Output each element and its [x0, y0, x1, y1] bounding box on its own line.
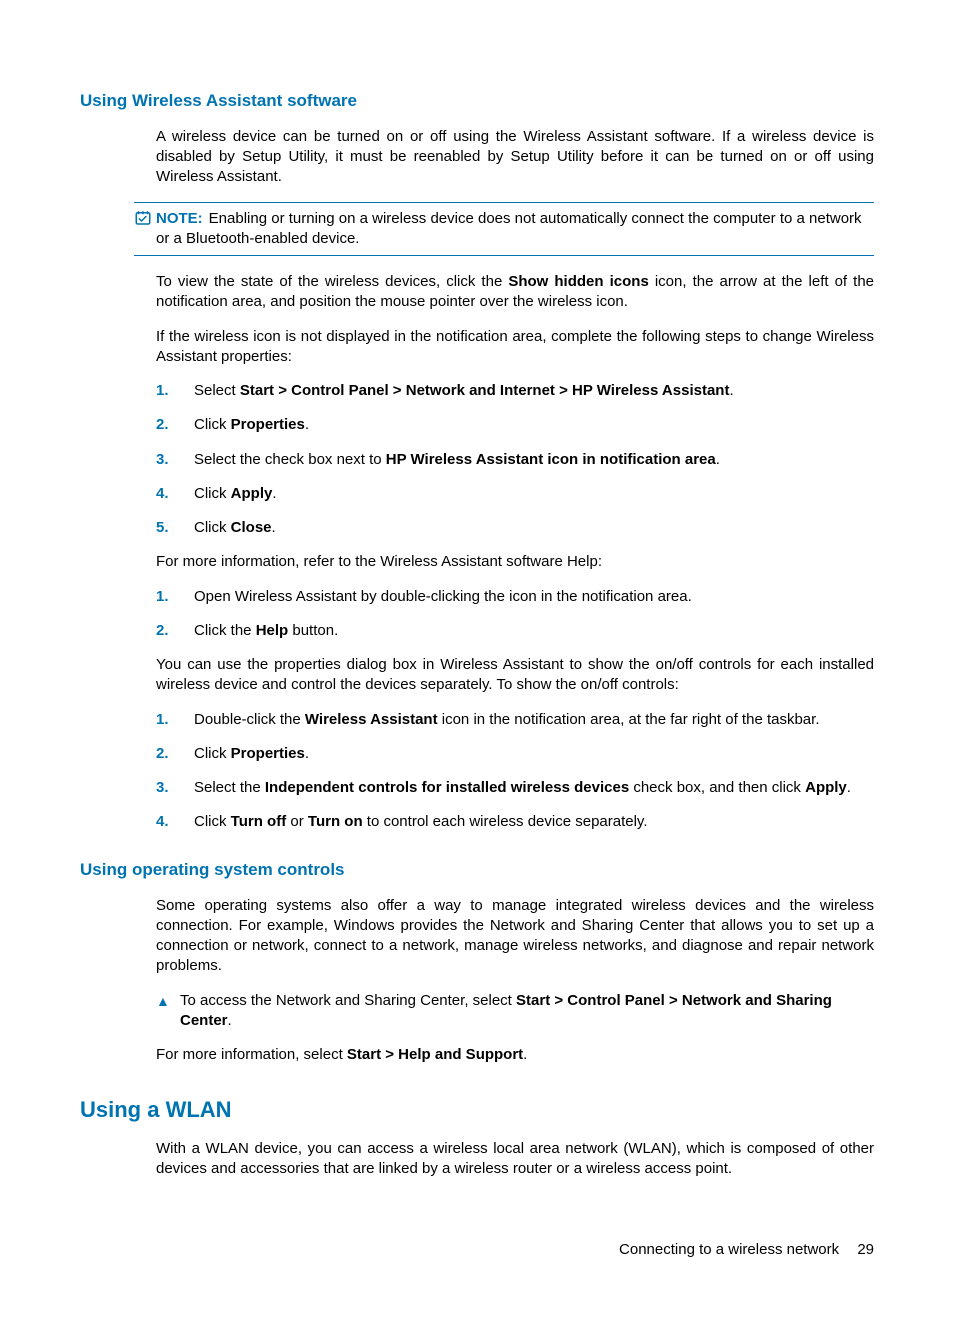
bold-fragment: Turn off	[231, 813, 287, 830]
bold-fragment: Turn on	[308, 813, 363, 830]
text-fragment: to control each wireless device separate…	[363, 813, 648, 830]
note-icon	[134, 209, 156, 227]
text-fragment: Select the	[194, 779, 265, 796]
heading-os-controls: Using operating system controls	[80, 859, 874, 882]
text-fragment: To access the Network and Sharing Center…	[180, 992, 516, 1009]
list-item: Click Properties.	[156, 744, 874, 764]
para-show-hidden: To view the state of the wireless device…	[80, 272, 874, 313]
bold-fragment: Properties	[231, 745, 305, 762]
heading-using-wlan: Using a WLAN	[80, 1095, 874, 1125]
text-fragment: .	[716, 451, 720, 468]
note-label: NOTE:	[156, 210, 203, 227]
bold-fragment: Properties	[231, 416, 305, 433]
text-fragment: Click	[194, 416, 231, 433]
note-box: NOTE:Enabling or turning on a wireless d…	[134, 202, 874, 257]
text-fragment: Click the	[194, 622, 256, 639]
text-fragment: .	[228, 1012, 232, 1029]
list-item: Select the Independent controls for inst…	[156, 778, 874, 798]
para-wa-intro: A wireless device can be turned on or of…	[80, 127, 874, 188]
list-item: Click Turn off or Turn on to control eac…	[156, 812, 874, 832]
steps-list-3: Double-click the Wireless Assistant icon…	[80, 710, 874, 833]
text-fragment: .	[523, 1046, 527, 1063]
text-fragment: Double-click the	[194, 711, 305, 728]
bold-fragment: Independent controls for installed wirel…	[265, 779, 629, 796]
text-fragment: For more information, select	[156, 1046, 347, 1063]
text-fragment: .	[847, 779, 851, 796]
para-help-intro: For more information, refer to the Wirel…	[80, 552, 874, 572]
bold-fragment: Start > Control Panel > Network and Inte…	[240, 382, 730, 399]
para-os-intro: Some operating systems also offer a way …	[80, 896, 874, 977]
list-item: Double-click the Wireless Assistant icon…	[156, 710, 874, 730]
text-fragment: icon in the notification area, at the fa…	[438, 711, 820, 728]
bold-fragment: Apply	[231, 485, 273, 502]
note-body: Enabling or turning on a wireless device…	[156, 210, 862, 247]
para-steps-intro: If the wireless icon is not displayed in…	[80, 327, 874, 368]
bold-fragment: Help	[256, 622, 289, 639]
text-fragment: Select	[194, 382, 240, 399]
list-item: Click the Help button.	[156, 621, 874, 641]
bold-fragment: Close	[231, 519, 272, 536]
bold-fragment: Start > Help and Support	[347, 1046, 523, 1063]
text-fragment: Click	[194, 745, 231, 762]
list-item: Select the check box next to HP Wireless…	[156, 450, 874, 470]
bold-fragment: HP Wireless Assistant icon in notificati…	[386, 451, 716, 468]
triangle-icon: ▲	[156, 991, 180, 1011]
triangle-bullet: ▲ To access the Network and Sharing Cent…	[80, 991, 874, 1032]
text-fragment: or	[286, 813, 308, 830]
list-item: Select Start > Control Panel > Network a…	[156, 381, 874, 401]
list-item: Open Wireless Assistant by double-clicki…	[156, 587, 874, 607]
text-fragment: .	[305, 416, 309, 433]
bold-fragment: Wireless Assistant	[305, 711, 438, 728]
heading-wireless-assistant: Using Wireless Assistant software	[80, 90, 874, 113]
text-fragment: .	[272, 485, 276, 502]
page-footer: Connecting to a wireless network 29	[80, 1240, 874, 1260]
bold-fragment: Apply	[805, 779, 847, 796]
text-fragment: .	[729, 382, 733, 399]
steps-list-1: Select Start > Control Panel > Network a…	[80, 381, 874, 538]
list-item: Click Apply.	[156, 484, 874, 504]
text-fragment: Select the check box next to	[194, 451, 386, 468]
text-fragment: To view the state of the wireless device…	[156, 273, 508, 290]
text-fragment: .	[305, 745, 309, 762]
text-fragment: button.	[288, 622, 338, 639]
text-fragment: check box, and then click	[629, 779, 805, 796]
footer-section-title: Connecting to a wireless network	[619, 1241, 839, 1258]
text-fragment: Click	[194, 519, 231, 536]
steps-list-2: Open Wireless Assistant by double-clicki…	[80, 587, 874, 642]
text-fragment: Click	[194, 813, 231, 830]
bullet-text: To access the Network and Sharing Center…	[180, 991, 874, 1032]
para-more-info: For more information, select Start > Hel…	[80, 1045, 874, 1065]
text-fragment: Click	[194, 485, 231, 502]
para-onoff-intro: You can use the properties dialog box in…	[80, 655, 874, 696]
footer-page-number: 29	[857, 1241, 874, 1258]
note-text: NOTE:Enabling or turning on a wireless d…	[156, 209, 874, 250]
text-fragment: .	[272, 519, 276, 536]
list-item: Click Close.	[156, 518, 874, 538]
para-wlan-intro: With a WLAN device, you can access a wir…	[80, 1139, 874, 1180]
bold-fragment: Show hidden icons	[508, 273, 648, 290]
list-item: Click Properties.	[156, 415, 874, 435]
